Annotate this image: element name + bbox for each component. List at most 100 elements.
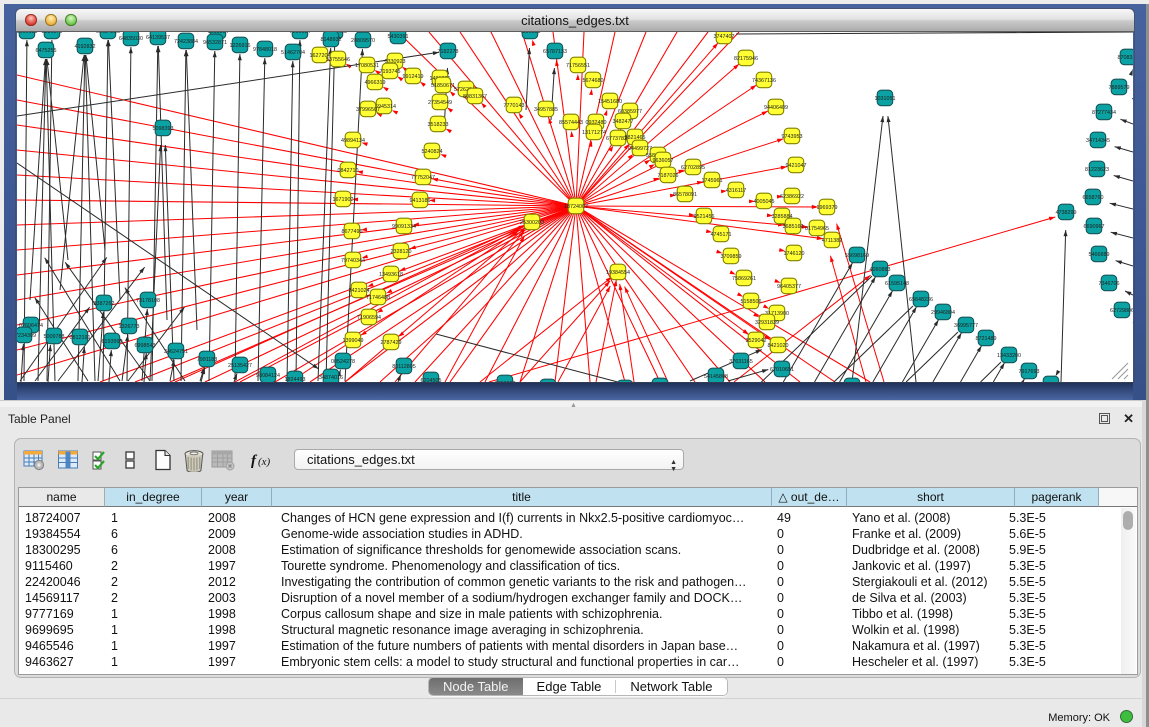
svg-text:86578091: 86578091 (673, 192, 697, 198)
svg-text:34624751: 34624751 (164, 349, 188, 355)
svg-text:4745171: 4745171 (711, 232, 732, 238)
svg-text:99091334: 99091334 (392, 224, 416, 230)
svg-text:71756551: 71756551 (566, 63, 590, 69)
svg-text:97848018: 97848018 (253, 47, 277, 53)
svg-text:4192832: 4192832 (75, 44, 96, 50)
svg-text:8677496: 8677496 (342, 229, 363, 235)
svg-text:7193745: 7193745 (380, 69, 401, 75)
svg-text:25135427: 25135427 (228, 363, 252, 369)
svg-text:6690967: 6690967 (1084, 224, 1105, 230)
svg-text:87234309: 87234309 (17, 333, 36, 339)
svg-text:98084124: 98084124 (256, 373, 280, 379)
svg-text:29946804: 29946804 (931, 310, 955, 316)
svg-text:9636057: 9636057 (653, 158, 674, 164)
svg-text:1671902: 1671902 (333, 197, 354, 203)
svg-text:80112805: 80112805 (392, 364, 416, 370)
svg-text:61595148: 61595148 (885, 281, 909, 287)
svg-text:8708317: 8708317 (1118, 55, 1134, 61)
svg-text:9600133: 9600133 (17, 32, 38, 35)
svg-text:02654235: 02654235 (96, 32, 120, 35)
svg-text:51850671: 51850671 (431, 83, 455, 89)
svg-text:1824493: 1824493 (285, 377, 306, 382)
svg-text:7917693: 7917693 (1019, 369, 1040, 375)
svg-text:77752047: 77752047 (411, 175, 435, 181)
svg-text:32931839: 32931839 (755, 320, 779, 326)
svg-text:62729806: 62729806 (1110, 308, 1133, 314)
svg-text:28809570: 28809570 (351, 38, 375, 44)
svg-text:67010651: 67010651 (770, 367, 794, 373)
svg-text:18724007: 18724007 (564, 204, 588, 210)
svg-text:81754965: 81754965 (805, 226, 829, 232)
svg-text:80831367: 80831367 (463, 94, 487, 100)
svg-text:6658760: 6658760 (1083, 195, 1104, 201)
svg-text:8386379: 8386379 (42, 32, 63, 35)
svg-text:7991183: 7991183 (197, 357, 218, 363)
svg-text:17080531: 17080531 (355, 63, 379, 69)
svg-text:73178108: 73178108 (136, 298, 160, 304)
svg-text:9743953: 9743953 (782, 134, 803, 140)
svg-text:f: f (251, 453, 258, 469)
svg-text:2421024: 2421024 (349, 288, 370, 294)
svg-text:55698169: 55698169 (845, 253, 869, 259)
svg-text:4966319: 4966319 (365, 80, 386, 86)
svg-text:15451680: 15451680 (598, 99, 622, 105)
svg-text:1746120: 1746120 (784, 251, 805, 257)
svg-text:8721489: 8721489 (976, 336, 997, 342)
svg-text:71746488: 71746488 (366, 295, 390, 301)
svg-text:7182278: 7182278 (438, 49, 459, 55)
svg-text:3158692: 3158692 (495, 381, 516, 382)
svg-text:4005045: 4005045 (754, 199, 775, 205)
svg-text:64139537: 64139537 (146, 35, 170, 41)
svg-text:34714345: 34714345 (1086, 138, 1110, 144)
svg-text:53755646: 53755646 (326, 57, 350, 63)
svg-text:9421047: 9421047 (786, 163, 807, 169)
svg-text:37996507: 37996507 (356, 107, 380, 113)
svg-text:9413186: 9413186 (410, 198, 431, 204)
svg-text:25300203: 25300203 (520, 220, 544, 226)
svg-text:7346706: 7346706 (1099, 281, 1120, 287)
svg-text:3387262: 3387262 (94, 301, 115, 307)
svg-text:65787133: 65787133 (543, 49, 567, 55)
svg-text:7889579: 7889579 (1109, 85, 1130, 91)
svg-text:7816184: 7816184 (290, 32, 311, 35)
svg-text:5158506: 5158506 (741, 299, 762, 305)
svg-text:8148932: 8148932 (321, 37, 342, 43)
svg-text:4896383: 4896383 (520, 32, 541, 35)
svg-text:6475255: 6475255 (36, 48, 57, 54)
svg-text:0842710: 0842710 (338, 168, 359, 174)
svg-text:4060883: 4060883 (870, 267, 891, 273)
svg-text:1969379: 1969379 (817, 205, 838, 211)
svg-text:79740344: 79740344 (341, 258, 365, 264)
svg-text:6204505: 6204505 (421, 378, 442, 382)
svg-text:37631165: 37631165 (729, 359, 753, 365)
svg-text:1031051: 1031051 (875, 96, 896, 102)
svg-text:51462704: 51462704 (281, 50, 305, 56)
svg-text:1226916: 1226916 (230, 43, 251, 49)
svg-text:62386922: 62386922 (780, 194, 804, 200)
svg-text:13171274: 13171274 (582, 130, 606, 136)
svg-text:71906594: 71906594 (357, 315, 381, 321)
svg-text:00524278: 00524278 (331, 359, 355, 365)
svg-text:87277434: 87277434 (1092, 110, 1116, 116)
svg-text:4711382: 4711382 (822, 238, 843, 244)
svg-text:(x): (x) (258, 456, 271, 468)
svg-text:6998543: 6998543 (135, 343, 156, 349)
svg-text:8421020: 8421020 (768, 343, 789, 349)
svg-text:2787429: 2787429 (381, 340, 402, 346)
svg-text:5240824: 5240824 (422, 149, 443, 155)
svg-text:96532871: 96532871 (203, 40, 227, 46)
svg-text:4738299: 4738299 (1056, 210, 1077, 216)
svg-text:13493618: 13493618 (379, 272, 403, 278)
svg-text:5674680: 5674680 (583, 78, 604, 84)
svg-text:82175946: 82175946 (734, 56, 758, 62)
svg-text:36995777: 36995777 (954, 323, 978, 329)
svg-text:3685160: 3685160 (783, 224, 804, 230)
svg-text:5009788: 5009788 (44, 334, 65, 340)
svg-text:27354549: 27354549 (428, 100, 452, 106)
svg-text:49894134: 49894134 (341, 138, 365, 144)
svg-text:1745961: 1745961 (702, 178, 723, 184)
svg-text:74367136: 74367136 (752, 78, 776, 84)
svg-text:6193990: 6193990 (102, 339, 123, 345)
svg-text:81223623: 81223623 (1085, 167, 1109, 173)
svg-text:9912419: 9912419 (403, 74, 424, 80)
